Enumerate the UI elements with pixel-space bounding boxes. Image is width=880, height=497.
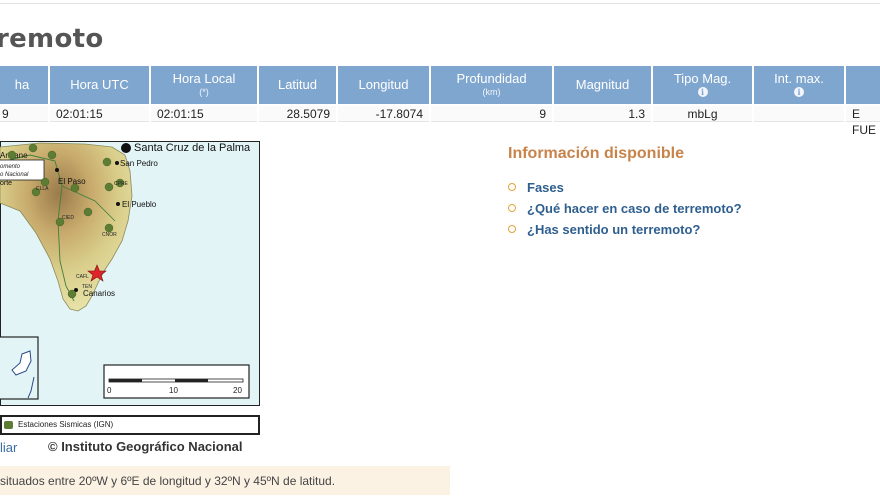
cell-longitud: -17.8074 [338,106,429,122]
info-panel-title: Información disponible [508,145,685,162]
epicenter-map[interactable]: Santa Cruz de la Palma San Pedro El Paso… [0,141,260,406]
col-header-region [846,66,880,104]
station-marker [104,182,114,192]
town-san-pedro-label: San Pedro [120,159,158,168]
station-marker [47,150,57,160]
location-note: situados entre 20ºW y 6ºE de longitud y … [0,466,450,495]
info-icon[interactable]: i [794,87,804,97]
scale-bar-segment [109,379,142,382]
station-marker [83,207,93,217]
station-legend-icon [4,421,13,429]
station-marker [67,289,77,299]
station-code: CLLA [36,186,49,192]
town-orte-label: orte [0,180,12,187]
map-legend: Estaciones Sismicas (IGN) [0,415,260,435]
station-code: CAFL [76,274,89,280]
station-code: TEN [82,284,92,290]
page-title: remoto [0,24,104,54]
bullet-icon [508,204,516,212]
town-santa-cruz-marker [121,143,131,153]
col-header-latitud: Latitud [259,66,336,104]
scale-label: 0 [107,386,112,395]
top-divider [0,3,880,4]
footer-link[interactable]: liar [0,440,17,455]
col-header-longitud: Longitud [338,66,429,104]
municipality-box-text: omento [0,164,21,170]
town-el-pueblo-label: El Pueblo [122,200,157,209]
scale-label: 20 [233,386,242,395]
town-santa-cruz-label: Santa Cruz de la Palma [134,142,251,154]
info-link-que-hacer[interactable]: ¿Qué hacer en caso de terremoto? [508,199,742,220]
info-link-has-sentido[interactable]: ¿Has sentido un terremoto? [508,220,742,241]
col-header-fecha: ha [0,66,48,104]
station-marker [104,223,114,233]
scale-bar-segment [175,379,208,382]
station-code: CNOR [102,232,117,238]
info-icon[interactable]: i [697,87,708,97]
station-marker [102,157,112,167]
station-marker [70,183,80,193]
info-links-list: Fases ¿Qué hacer en caso de terremoto? ¿… [508,178,742,241]
town-marker [55,168,59,172]
cell-hora-utc: 02:01:15 [50,106,149,122]
location-note-text: situados entre 20ºW y 6ºE de longitud y … [0,474,336,488]
town-marker [115,161,119,165]
bullet-icon [508,183,516,191]
town-marker [116,202,120,206]
copyright-text: © Instituto Geográfico Nacional [48,439,243,454]
col-header-int-max: Int. max. i [754,66,844,104]
col-header-hora-local: Hora Local (*) [151,66,257,104]
cell-int-max [754,106,844,122]
cell-latitud: 28.5079 [259,106,336,122]
station-code: CIED [62,215,74,221]
bullet-icon [508,225,516,233]
town-el-paso-label: El Paso [58,177,86,186]
col-header-hora-utc: Hora UTC [50,66,149,104]
cell-fecha: 9 [0,106,48,122]
station-marker [28,143,38,153]
cell-hora-local: 02:01:15 [151,106,257,122]
cell-profundidad: 9 [431,106,552,122]
col-header-tipo-mag: Tipo Mag. i [653,66,752,104]
col-header-magnitud: Magnitud [554,66,651,104]
station-marker [40,177,50,187]
municipality-box-text: o Nacional [0,172,29,178]
town-canarios-label: Canarios [83,289,115,298]
scale-label: 10 [169,386,178,395]
station-code: CPRE [114,181,129,187]
legend-label: Estaciones Sismicas (IGN) [18,420,114,429]
info-link-fases[interactable]: Fases [508,178,742,199]
station-marker [7,150,17,160]
cell-tipo-mag: mbLg [653,106,752,122]
col-header-profundidad: Profundidad (km) [431,66,552,104]
cell-region: E FUE [846,106,880,137]
cell-magnitud: 1.3 [554,106,651,122]
